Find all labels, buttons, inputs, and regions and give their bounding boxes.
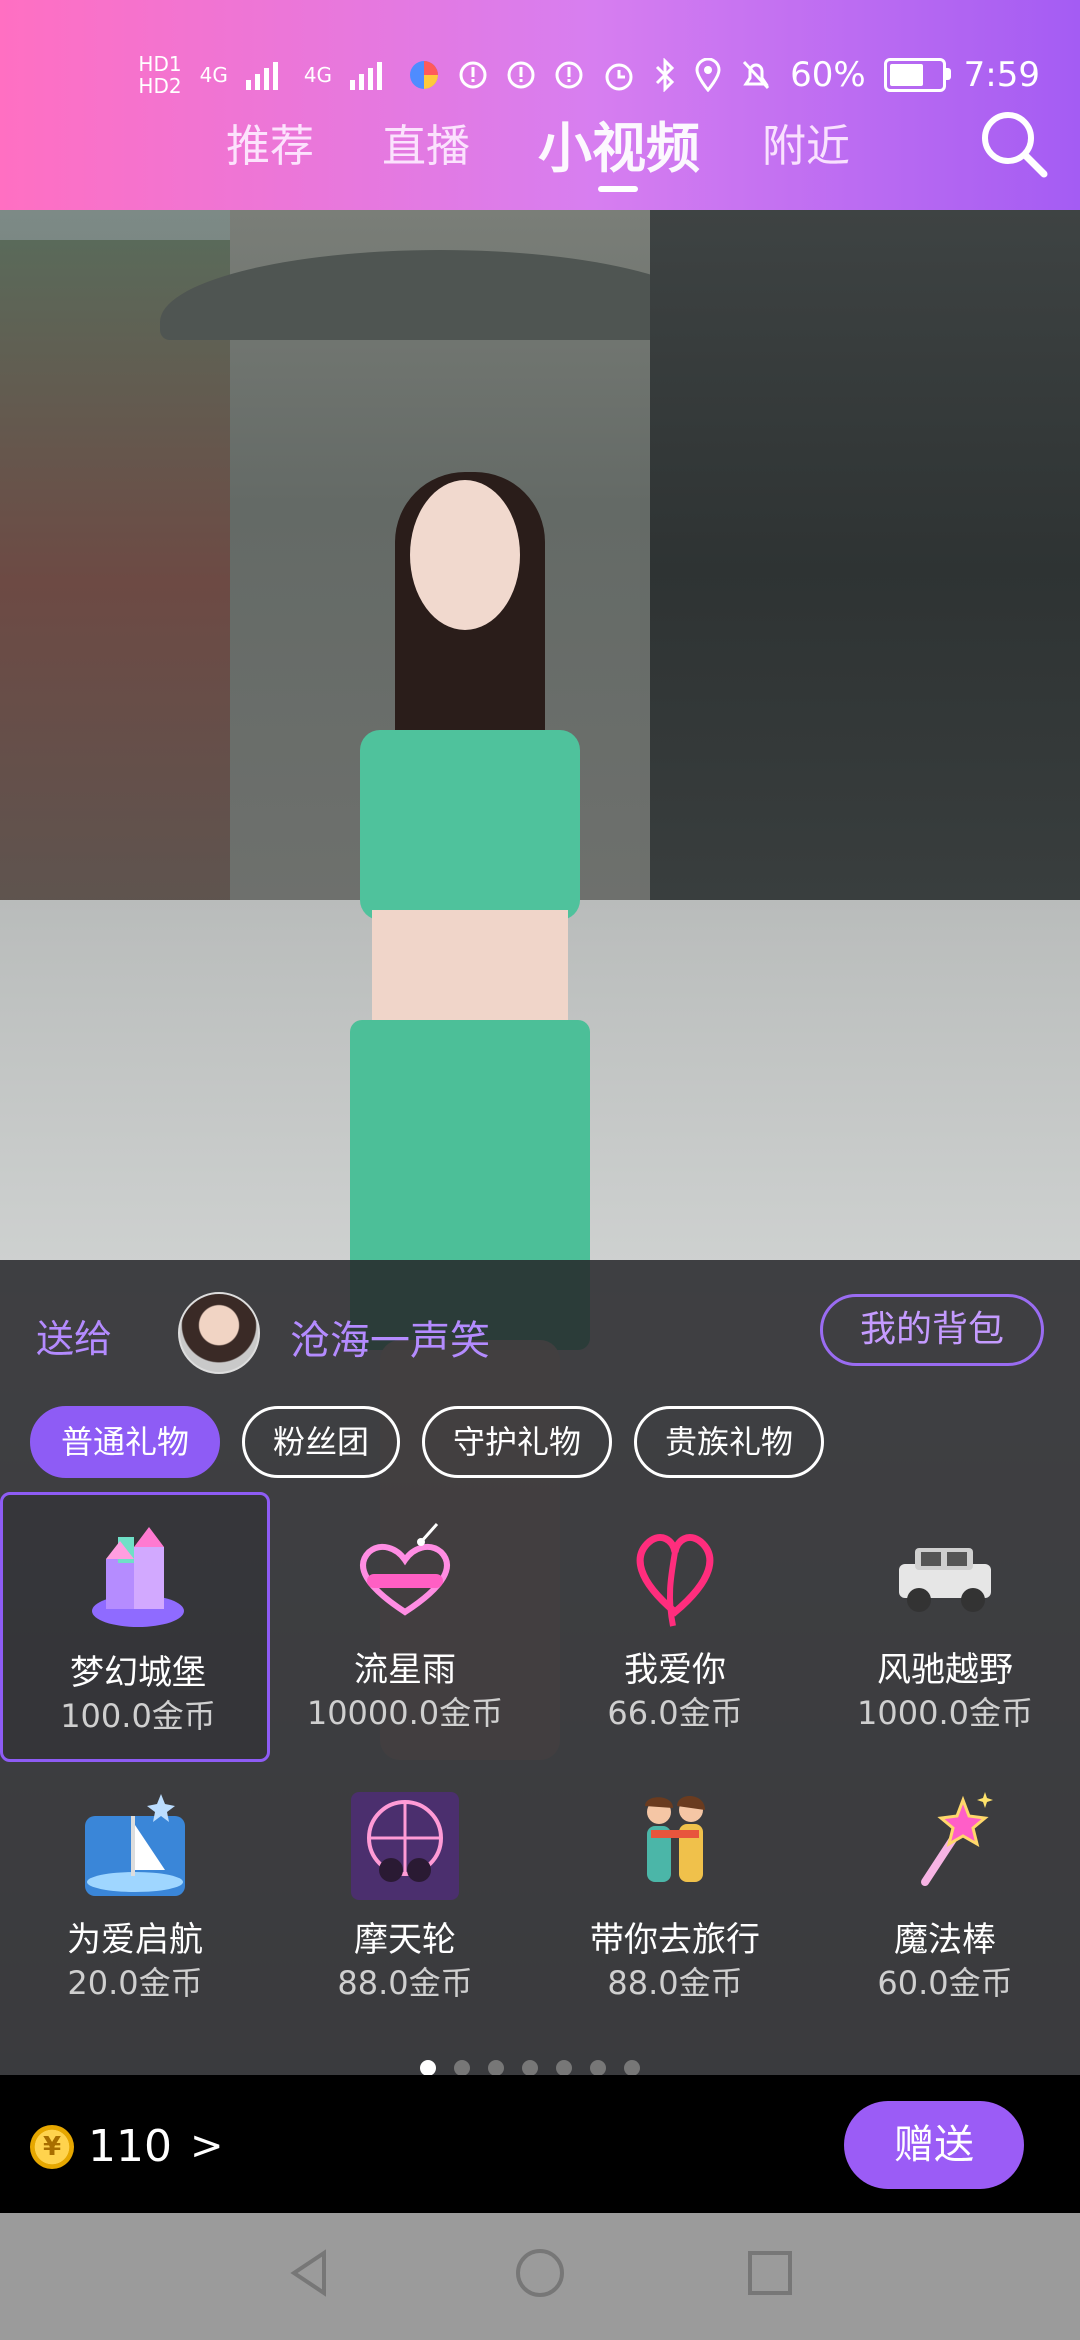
mute-bell-icon [742,60,770,90]
page-dot [590,2060,606,2076]
gift-price: 20.0金币 [67,1964,203,2002]
tab-live[interactable]: 直播 [382,110,470,174]
recharge-arrow[interactable]: > [190,2123,224,2169]
alert-icon [507,61,535,89]
recipient-avatar [178,1292,260,1374]
gift-name: 流星雨 [354,1650,456,1690]
gift-bottom-bar: ¥ 110 > 赠送 [0,2075,1080,2213]
my-backpack-button[interactable]: 我的背包 [820,1294,1044,1366]
alert-icon [459,61,487,89]
gift-grid: 梦幻城堡 100.0金币 流星雨 10000.0金币 我爱你 66.0金币 风驰… [0,1492,1080,2032]
gift-price: 88.0金币 [607,1964,743,2002]
page-dot [624,2060,640,2076]
hd-indicators: HD1 HD2 [138,54,181,96]
gift-item[interactable]: 梦幻城堡 100.0金币 [0,1492,270,1762]
back-icon[interactable] [280,2243,340,2303]
clock: 7:59 [963,55,1040,95]
recent-apps-icon[interactable] [740,2243,800,2303]
heart-i-love-you-icon [636,1534,714,1627]
gift-name: 为爱启航 [67,1920,203,1960]
send-to-label: 送给 [36,1317,113,1361]
sail-for-love-icon [85,1794,185,1896]
gift-item[interactable]: 魔法棒 60.0金币 [810,1762,1080,2032]
home-icon[interactable] [510,2243,570,2303]
signal-icon [350,62,383,90]
gift-name: 我爱你 [624,1650,726,1690]
coin-balance[interactable]: 110 [88,2121,172,2172]
ferris-wheel-icon [351,1792,459,1900]
category-noble-gifts[interactable]: 贵族礼物 [634,1406,825,1478]
page-dot [556,2060,572,2076]
gift-price: 66.0金币 [607,1694,743,1732]
gift-price: 88.0金币 [337,1964,473,2002]
gift-price: 1000.0金币 [857,1694,1033,1732]
offroad-car-icon [899,1548,991,1612]
meteor-shower-icon [360,1523,450,1616]
page-dot [522,2060,538,2076]
alert-icon [555,61,583,89]
bluetooth-icon [656,58,675,92]
magic-wand-icon [921,1792,993,1886]
search-icon[interactable] [974,104,1054,184]
gift-name: 带你去旅行 [590,1920,760,1960]
page-dot [454,2060,470,2076]
page-dot [488,2060,504,2076]
gift-item[interactable]: 流星雨 10000.0金币 [270,1492,540,1762]
gift-price: 10000.0金币 [306,1694,504,1732]
gift-name: 摩天轮 [354,1920,456,1960]
category-fan-club[interactable]: 粉丝团 [242,1406,401,1478]
background-building [0,240,260,1000]
gift-name: 魔法棒 [894,1920,996,1960]
gift-item[interactable]: 带你去旅行 88.0金币 [540,1762,810,2032]
category-guardian-gifts[interactable]: 守护礼物 [422,1406,613,1478]
network-type-1: 4G [199,63,228,87]
gift-price: 100.0金币 [60,1697,216,1735]
castle-icon [92,1527,184,1627]
top-header: HD1 HD2 4G 4G 60% 7:59 推荐 直播 小视频 附近 [0,0,1080,210]
tab-short-video[interactable]: 小视频 [538,104,700,183]
travel-couple-icon [645,1795,705,1882]
system-navigation-bar [0,2213,1080,2340]
gift-category-tabs: 普通礼物 粉丝团 守护礼物 贵族礼物 [30,1406,825,1478]
category-normal-gifts[interactable]: 普通礼物 [30,1406,221,1478]
send-gift-button[interactable]: 赠送 [844,2101,1024,2189]
recipient-name: 沧海一声笑 [290,1318,490,1364]
status-bar: HD1 HD2 4G 4G 60% 7:59 [138,48,1040,102]
gift-item[interactable]: 风驰越野 1000.0金币 [810,1492,1080,1762]
hd1-indicator: HD1 [138,52,182,76]
alarm-icon [605,63,633,91]
page-dot-active [420,2060,436,2076]
tab-nearby[interactable]: 附近 [762,110,850,174]
location-icon [695,58,721,92]
gift-name: 风驰越野 [877,1650,1013,1690]
network-type-2: 4G [303,63,333,87]
gift-item[interactable]: 摩天轮 88.0金币 [270,1762,540,2032]
top-tabs: 推荐 直播 小视频 附近 [0,110,1080,200]
gift-price: 60.0金币 [877,1964,1013,2002]
signal-icon [245,62,278,90]
tab-recommend[interactable]: 推荐 [226,110,314,174]
background-storefront [650,210,1080,930]
coin-icon: ¥ [30,2125,74,2169]
gift-item[interactable]: 我爱你 66.0金币 [540,1492,810,1762]
gift-name: 梦幻城堡 [70,1653,206,1693]
page-indicator [420,2060,640,2076]
active-tab-indicator [598,186,638,192]
gift-item[interactable]: 为爱启航 20.0金币 [0,1762,270,2032]
gift-panel: 送给 沧海一声笑 我的背包 普通礼物 粉丝团 守护礼物 贵族礼物 梦幻城堡 10… [0,1260,1080,2076]
app-notification-icon [410,61,439,89]
battery-percent: 60% [790,55,866,95]
hd2-indicator: HD2 [138,74,182,98]
battery-icon [883,58,951,92]
